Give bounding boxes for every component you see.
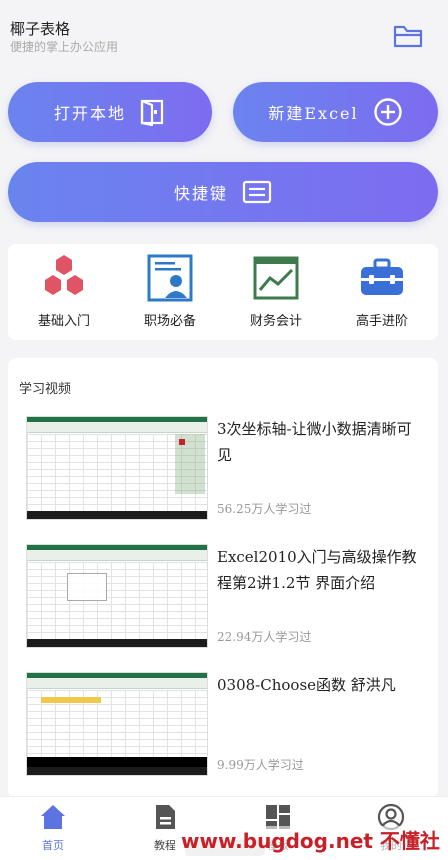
category-label: 财务会计 bbox=[249, 314, 302, 329]
category-workplace[interactable]: 职场必备 bbox=[120, 254, 220, 329]
thumbnail-header-row bbox=[41, 697, 101, 703]
thumbnail-titlebar bbox=[27, 545, 207, 550]
shortcut-button[interactable]: 快捷键 bbox=[8, 162, 438, 222]
plus-circle-icon bbox=[373, 97, 403, 127]
section-title: 学习视频 bbox=[19, 382, 72, 397]
hexagons-icon bbox=[40, 254, 88, 302]
open-local-label: 打开本地 bbox=[53, 104, 126, 123]
thumbnail-taskbar bbox=[27, 511, 207, 519]
video-thumbnail[interactable] bbox=[26, 416, 208, 520]
new-excel-button[interactable]: 新建Excel bbox=[233, 82, 438, 142]
category-advanced[interactable]: 高手进阶 bbox=[332, 254, 432, 329]
category-panel: 基础入门 职场必备 财务会计 高手进阶 bbox=[8, 244, 438, 340]
category-label: 基础入门 bbox=[37, 314, 90, 329]
video-learner-count: 22.94万人学习过 bbox=[217, 630, 312, 644]
shortcut-label: 快捷键 bbox=[173, 184, 228, 203]
keyboard-icon bbox=[242, 180, 272, 204]
category-label: 高手进阶 bbox=[355, 314, 408, 329]
thumbnail-titlebar bbox=[27, 417, 207, 422]
home-icon bbox=[39, 803, 67, 831]
thumbnail-menu bbox=[67, 573, 107, 601]
thumbnail-titlebar bbox=[27, 673, 207, 678]
thumbnail-taskbar bbox=[27, 767, 207, 775]
video-thumbnail[interactable] bbox=[26, 544, 208, 648]
folder-icon[interactable] bbox=[392, 22, 424, 50]
chart-board-icon bbox=[252, 254, 300, 302]
video-title: 3次坐标轴-让微小数据清晰可见 bbox=[217, 420, 412, 464]
category-finance[interactable]: 财务会计 bbox=[226, 254, 326, 329]
profile-card-icon bbox=[146, 254, 194, 302]
video-thumbnail[interactable] bbox=[26, 672, 208, 776]
toolbox-icon bbox=[358, 254, 406, 302]
thumbnail-marker bbox=[179, 439, 185, 445]
video-section: 学习视频 3次坐标轴-让微小数据清晰可见 56.25万人学习过 Excel201… bbox=[8, 358, 438, 798]
video-title: 0308-Choose函数 舒洪凡 bbox=[217, 676, 396, 694]
thumbnail-taskbar bbox=[27, 639, 207, 647]
thumbnail-caption bbox=[27, 757, 207, 767]
app-header: 椰子表格 便捷的掌上办公应用 bbox=[0, 0, 448, 72]
category-basics[interactable]: 基础入门 bbox=[14, 254, 114, 329]
video-title: Excel2010入门与高级操作教程第2讲1.2节 界面介绍 bbox=[217, 548, 417, 592]
open-local-button[interactable]: 打开本地 bbox=[8, 82, 212, 142]
video-learner-count: 9.99万人学习过 bbox=[217, 758, 304, 772]
category-label: 职场必备 bbox=[143, 314, 196, 329]
video-learner-count: 56.25万人学习过 bbox=[217, 502, 312, 516]
app-subtitle: 便捷的掌上办公应用 bbox=[10, 40, 119, 54]
video-item[interactable]: 3次坐标轴-让微小数据清晰可见 56.25万人学习过 bbox=[26, 416, 422, 526]
app-title: 椰子表格 bbox=[10, 20, 71, 38]
open-book-icon bbox=[140, 98, 166, 126]
tab-label: 首页 bbox=[42, 839, 64, 852]
new-excel-label: 新建Excel bbox=[268, 104, 359, 123]
tab-home[interactable]: 首页 bbox=[18, 803, 88, 853]
watermark: www.bugdog.net 不懂社区 bbox=[175, 826, 448, 860]
video-item[interactable]: Excel2010入门与高级操作教程第2讲1.2节 界面介绍 22.94万人学习… bbox=[26, 544, 422, 654]
video-item[interactable]: 0308-Choose函数 舒洪凡 9.99万人学习过 bbox=[26, 672, 422, 782]
thumbnail-grid bbox=[27, 562, 207, 639]
